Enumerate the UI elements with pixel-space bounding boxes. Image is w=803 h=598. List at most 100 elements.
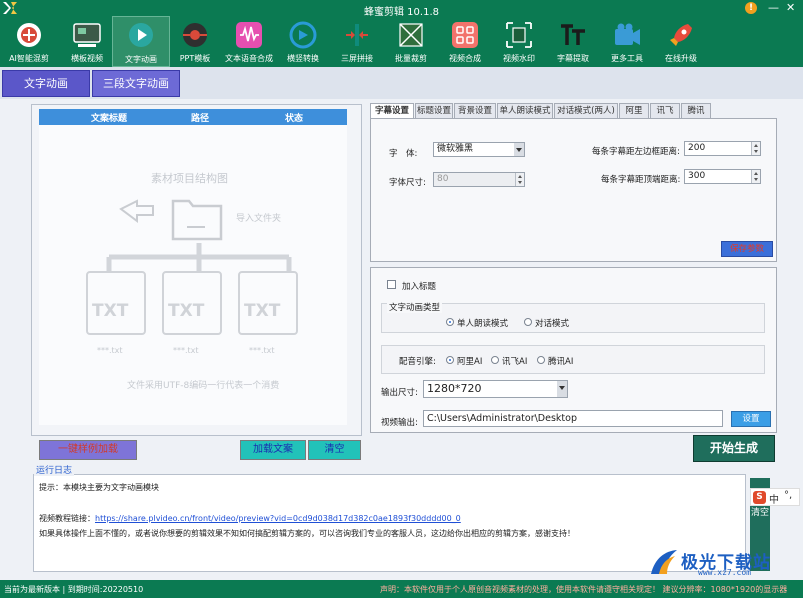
output-settings-panel: 加入标题 文字动画类型 单人朗读模式 对话模式 配音引擎: 阿里AI 讯飞AI … [370, 267, 777, 433]
video-output-label: 视频输出: [381, 418, 418, 428]
file-table-body[interactable]: 素材项目结构图 导入文件夹 TXT TXT TXT ***.txt ***.tx… [39, 125, 347, 425]
one-click-sample-button[interactable]: 一键样例加载 [39, 440, 137, 460]
help-icon[interactable]: ! [745, 2, 757, 14]
tool-label: 批量裁剪 [395, 54, 427, 63]
mode-single-radio[interactable] [446, 318, 454, 326]
column-header-status[interactable]: 状态 [285, 111, 303, 124]
version-expiry-status: 当前为最新版本 | 到期时间:20220510 [4, 585, 144, 594]
log-tutorial-label: 视频教程链接： [39, 514, 95, 523]
tool-label: 横板视频 [71, 54, 103, 63]
txt-file-icon-3: TXT [238, 271, 298, 335]
clear-list-button[interactable]: 清空 [308, 440, 361, 460]
top-margin-stepper[interactable]: 300 [684, 169, 761, 184]
tool-label: 横竖转换 [287, 54, 319, 63]
engine-xunfei-radio[interactable] [491, 356, 499, 364]
output-settings-button[interactable]: 设置 [731, 411, 771, 427]
placeholder-import-folder: 导入文件夹 [236, 214, 282, 224]
tool-video-merge[interactable]: 视频合成 [436, 16, 494, 67]
tool-rotate[interactable]: 横竖转换 [274, 16, 332, 67]
tool-watermark[interactable]: 视频水印 [490, 16, 548, 67]
engine-tencent-label: 腾讯AI [548, 357, 574, 367]
ime-language-indicator: 中 [769, 495, 779, 506]
ime-toolbar[interactable]: S 中 °, [750, 488, 800, 506]
txt-file-name-3: ***.txt [249, 346, 275, 355]
load-copy-button[interactable]: 加载文案 [240, 440, 306, 460]
font-size-value: 80 [437, 174, 449, 184]
tool-more-tools[interactable]: 更多工具 [598, 16, 656, 67]
left-margin-label: 每条字幕距左边框距离: [592, 147, 680, 157]
rotate-icon [289, 21, 317, 49]
tool-batch-crop[interactable]: 批量裁剪 [382, 16, 440, 67]
voice-engine-label: 配音引擎: [399, 357, 436, 367]
tab-text-animation[interactable]: 文字动画 [2, 70, 90, 97]
mode-dialog-radio[interactable] [524, 318, 532, 326]
more-tools-icon [615, 23, 640, 45]
engine-ali-radio[interactable] [446, 356, 454, 364]
import-folder-diagram-icon [119, 199, 223, 241]
tab-subtitle-settings[interactable]: 字幕设置 [370, 103, 414, 119]
font-select[interactable]: 微软雅黑 [433, 142, 525, 157]
tool-ai-mix[interactable]: AI智能混剪 [0, 16, 58, 67]
left-margin-stepper[interactable]: 200 [684, 141, 761, 156]
tool-label: 文字动画 [125, 55, 157, 64]
start-generate-button[interactable]: 开始生成 [693, 435, 775, 462]
mode-single-label: 单人朗读模式 [457, 319, 509, 329]
tab-xunfei[interactable]: 讯飞 [650, 103, 680, 119]
tool-three-screen[interactable]: 三屏拼接 [328, 16, 386, 67]
file-list-panel: 文案标题 路径 状态 素材项目结构图 导入文件夹 TXT TXT TXT ***… [31, 104, 362, 436]
txt-file-label: TXT [168, 301, 205, 321]
watermark-icon [506, 22, 532, 48]
font-size-label: 字体尺寸: [389, 178, 426, 188]
tutorial-link[interactable]: https://share.plvideo.cn/front/video/pre… [95, 514, 461, 523]
tool-label: 三屏拼接 [341, 54, 373, 63]
engine-ali-label: 阿里AI [457, 357, 483, 367]
output-size-select[interactable]: 1280*720 [423, 380, 568, 398]
tab-background-settings[interactable]: 背景设置 [454, 103, 496, 119]
video-merge-icon [452, 22, 478, 48]
save-params-button[interactable]: 保存参数 [721, 241, 773, 257]
spin-arrows-icon [515, 173, 524, 186]
tree-connector-icon [106, 243, 292, 273]
add-title-checkbox[interactable] [387, 280, 396, 289]
spin-arrows-icon [751, 142, 760, 155]
tool-subtitle-extract[interactable]: 字幕提取 [544, 16, 602, 67]
tts-icon [236, 22, 262, 48]
column-header-path[interactable]: 路径 [191, 111, 209, 124]
txt-file-label: TXT [244, 301, 281, 321]
watermark-url: www.xz7.com [698, 568, 751, 577]
column-header-title[interactable]: 文案标题 [91, 111, 127, 124]
status-bar: 当前为最新版本 | 到期时间:20220510 声明：本软件仅用于个人原创音视频… [0, 580, 803, 598]
tab-dialog-mode[interactable]: 对话模式(两人) [554, 103, 618, 119]
close-button[interactable]: ✕ [786, 2, 795, 13]
minimize-button[interactable]: — [768, 2, 779, 13]
engine-tencent-radio[interactable] [537, 356, 545, 364]
tool-label: 更多工具 [611, 54, 643, 63]
txt-file-icon-1: TXT [86, 271, 146, 335]
tool-text-animation[interactable]: 文字动画 [112, 16, 170, 67]
tab-ali[interactable]: 阿里 [619, 103, 649, 119]
chevron-down-icon [557, 381, 567, 397]
font-size-stepper[interactable]: 80 [433, 172, 525, 187]
tab-tencent[interactable]: 腾讯 [681, 103, 711, 119]
add-title-label: 加入标题 [402, 282, 437, 292]
output-size-value: 1280*720 [427, 382, 482, 395]
chevron-down-icon [514, 143, 524, 156]
animation-type-label: 文字动画类型 [387, 301, 443, 313]
log-line: 提示：本模块主要为文字动画模块 [39, 483, 159, 492]
tool-label: 字幕提取 [557, 54, 589, 63]
tool-ppt-template[interactable]: PPT模板 [166, 16, 224, 67]
tool-horizontal-video[interactable]: 横板视频 [58, 16, 116, 67]
mode-tab-strip: 文字动画 三段文字动画 [0, 67, 803, 99]
three-screen-icon [346, 24, 368, 46]
output-path-input[interactable]: C:\Users\Administrator\Desktop [423, 410, 723, 427]
tool-label: 文本语音合成 [225, 54, 273, 63]
subtitle-settings-panel: 字 体: 微软雅黑 字体尺寸: 80 每条字幕距左边框距离: 200 每条字幕距… [370, 118, 777, 262]
left-margin-value: 200 [688, 143, 706, 153]
placeholder-title: 素材项目结构图 [151, 172, 228, 185]
tab-three-segment-animation[interactable]: 三段文字动画 [92, 70, 180, 97]
tool-upgrade[interactable]: 在线升级 [652, 16, 710, 67]
tab-title-settings[interactable]: 标题设置 [415, 103, 453, 119]
tool-tts[interactable]: 文本语音合成 [220, 16, 278, 67]
tab-single-reading-mode[interactable]: 单人朗读模式 [497, 103, 553, 119]
font-label: 字 体: [389, 149, 418, 159]
